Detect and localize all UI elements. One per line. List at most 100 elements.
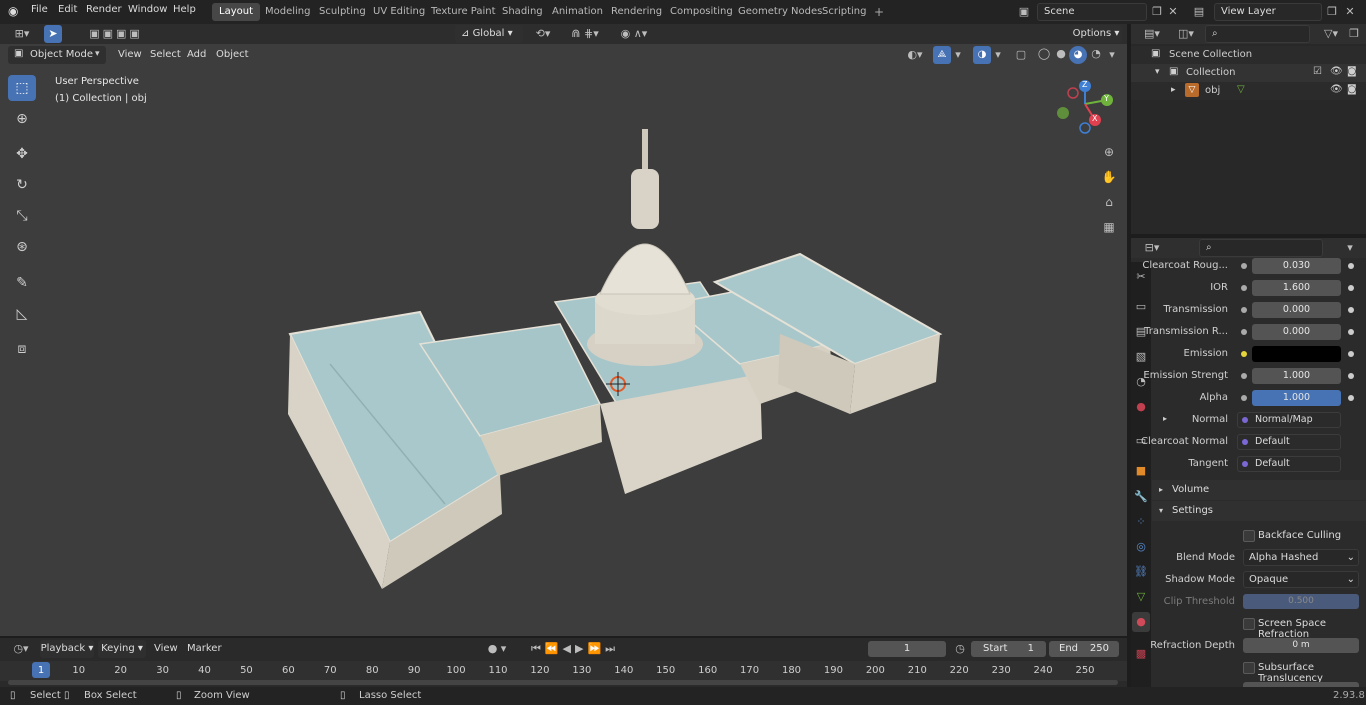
properties-options-icon[interactable]: ▾: [1343, 241, 1357, 255]
view-layer-field[interactable]: View Layer: [1214, 3, 1322, 21]
emission-strength-field[interactable]: 1.000: [1252, 368, 1341, 384]
properties-editor-icon[interactable]: ⊟▾: [1139, 241, 1165, 255]
emission-color-field[interactable]: [1252, 346, 1341, 362]
eye-icon[interactable]: 👁: [1330, 66, 1343, 77]
selection-mode-icons[interactable]: ▣▣▣▣: [76, 27, 156, 41]
shading-chevron-icon[interactable]: ▾: [1105, 48, 1119, 62]
tab-sculpting[interactable]: Sculpting: [312, 3, 373, 21]
record-icon[interactable]: ● ▾: [480, 642, 514, 656]
modifier-tab-icon[interactable]: 🔧: [1134, 490, 1148, 504]
rendered-shading-icon[interactable]: ◔: [1088, 47, 1104, 61]
add-workspace-icon[interactable]: +: [867, 3, 891, 21]
pivot-icon[interactable]: ⟲▾: [530, 27, 556, 41]
timeline-menu-marker[interactable]: Marker: [187, 643, 222, 654]
visibility-icon[interactable]: ◐▾: [902, 48, 928, 62]
checkbox-icon[interactable]: ☑: [1313, 66, 1322, 77]
backface-culling-checkbox[interactable]: [1243, 530, 1255, 542]
outliner-row-collection[interactable]: ▾ ▣ Collection ☑ 👁 ◙: [1131, 64, 1366, 82]
view-layer-icon[interactable]: ▤: [1189, 5, 1209, 19]
filter-icon[interactable]: ▽▾: [1319, 27, 1343, 41]
outliner-row-obj[interactable]: ▸ ▽ obj ▽ 👁 ◙: [1131, 82, 1366, 100]
new-view-layer-icon[interactable]: ❐: [1324, 5, 1340, 19]
playback-dropdown[interactable]: Playback ▾: [40, 640, 94, 658]
outliner-editor-icon[interactable]: ▤▾: [1139, 27, 1165, 41]
collapse-arrow-icon[interactable]: ▾: [1155, 67, 1160, 77]
navigation-gizmo[interactable]: Z Y X: [1055, 78, 1119, 134]
tab-modeling[interactable]: Modeling: [258, 3, 318, 21]
grid-perspective-icon[interactable]: ▦: [1099, 220, 1119, 234]
keyframe-dot-icon[interactable]: [1348, 307, 1354, 313]
zoom-icon[interactable]: ⊕: [1099, 145, 1119, 159]
overlay-chevron-icon[interactable]: ▾: [992, 48, 1004, 62]
timeline-editor-icon[interactable]: ◷▾: [8, 642, 34, 656]
tangent-field[interactable]: Default: [1237, 456, 1341, 472]
tool-move[interactable]: ✥: [8, 141, 36, 167]
outliner-search-field[interactable]: ⌕: [1205, 25, 1310, 43]
current-frame-field[interactable]: 1: [868, 641, 946, 657]
screen-space-refraction-checkbox[interactable]: [1243, 618, 1255, 630]
proportional-edit-icon[interactable]: ◉ ∧▾: [612, 27, 656, 41]
alpha-field[interactable]: 1.000: [1252, 390, 1341, 406]
tab-animation[interactable]: Animation: [545, 3, 610, 21]
menu-help[interactable]: Help: [173, 4, 196, 15]
keyframe-dot-icon[interactable]: [1348, 373, 1354, 379]
menu-edit[interactable]: Edit: [58, 4, 77, 15]
particles-tab-icon[interactable]: ⁘: [1134, 515, 1148, 529]
scene-icon[interactable]: ▣: [1014, 5, 1034, 19]
editor-type-icon[interactable]: ⊞▾: [10, 27, 34, 41]
expand-arrow-icon[interactable]: ▸: [1171, 85, 1176, 95]
eye-icon[interactable]: 👁: [1330, 84, 1343, 95]
keyframe-dot-icon[interactable]: [1348, 351, 1354, 357]
display-mode-icon[interactable]: ◫▾: [1173, 27, 1199, 41]
tool-cursor[interactable]: ⊕: [8, 106, 36, 132]
settings-panel-header[interactable]: ▾ Settings: [1152, 501, 1366, 521]
tab-scripting[interactable]: Scripting: [815, 3, 873, 21]
material-shading-icon[interactable]: ◕: [1069, 46, 1087, 64]
properties-search-field[interactable]: ⌕: [1199, 239, 1323, 257]
tool-rotate[interactable]: ↻: [8, 172, 36, 198]
subsurface-translucency-checkbox[interactable]: [1243, 662, 1255, 674]
playback-controls-icons[interactable]: ⏮⏪◀▶⏩⏭: [520, 642, 630, 656]
delete-scene-icon[interactable]: ✕: [1166, 5, 1180, 19]
keying-dropdown[interactable]: Keying ▾: [98, 640, 146, 658]
clearcoat-normal-field[interactable]: Default: [1237, 434, 1341, 450]
menu-render[interactable]: Render: [86, 4, 122, 15]
tool-annotate[interactable]: ✎: [8, 270, 36, 296]
tab-rendering[interactable]: Rendering: [604, 3, 669, 21]
tab-shading[interactable]: Shading: [495, 3, 550, 21]
end-frame-field[interactable]: End 250: [1049, 641, 1119, 657]
normal-link-field[interactable]: Normal/Map: [1237, 412, 1341, 428]
menu-file[interactable]: File: [31, 4, 48, 15]
scene-name-field[interactable]: Scene: [1037, 3, 1147, 21]
clip-threshold-slider[interactable]: 0.500: [1243, 594, 1359, 609]
select-tool-icon[interactable]: ➤: [44, 25, 62, 43]
overlay-toggle-icon[interactable]: ◑: [973, 46, 991, 64]
tool-scale[interactable]: ⤡: [8, 203, 36, 229]
camera-render-icon[interactable]: ◙: [1347, 66, 1357, 77]
viewport-menu-select[interactable]: Select: [150, 49, 181, 60]
blend-mode-dropdown[interactable]: Alpha Hashed ⌄: [1243, 549, 1359, 566]
transform-orientation-dropdown[interactable]: ⊿ Global ▾: [455, 25, 523, 43]
shadow-mode-dropdown[interactable]: Opaque ⌄: [1243, 571, 1359, 588]
camera-render-icon[interactable]: ◙: [1347, 84, 1357, 95]
tab-uv-editing[interactable]: UV Editing: [366, 3, 432, 21]
tab-texture-paint[interactable]: Texture Paint: [424, 3, 503, 21]
viewport-menu-object[interactable]: Object: [216, 49, 249, 60]
ior-field[interactable]: 1.600: [1252, 280, 1341, 296]
blender-logo-icon[interactable]: ◉: [8, 4, 22, 18]
wireframe-shading-icon[interactable]: ◯: [1036, 47, 1052, 61]
timeline-menu-view[interactable]: View: [154, 643, 178, 654]
delete-view-layer-icon[interactable]: ✕: [1343, 5, 1357, 19]
menu-window[interactable]: Window: [128, 4, 167, 15]
tool-transform[interactable]: ⊛: [8, 234, 36, 260]
keyframe-dot-icon[interactable]: [1348, 285, 1354, 291]
gizmo-chevron-icon[interactable]: ▾: [952, 48, 964, 62]
gizmo-toggle-icon[interactable]: ⟁: [933, 46, 951, 64]
outliner-row-scene-collection[interactable]: ▣ Scene Collection: [1131, 46, 1366, 64]
clearcoat-roughness-field[interactable]: 0.030: [1252, 258, 1341, 274]
solid-shading-icon[interactable]: ●: [1053, 47, 1069, 61]
snap-icon[interactable]: ⋒ ⋕▾: [560, 27, 610, 41]
tool-select-box[interactable]: ⬚: [8, 75, 36, 101]
camera-icon[interactable]: ⌂: [1099, 195, 1119, 209]
refraction-depth-field[interactable]: 0 m: [1243, 638, 1359, 653]
